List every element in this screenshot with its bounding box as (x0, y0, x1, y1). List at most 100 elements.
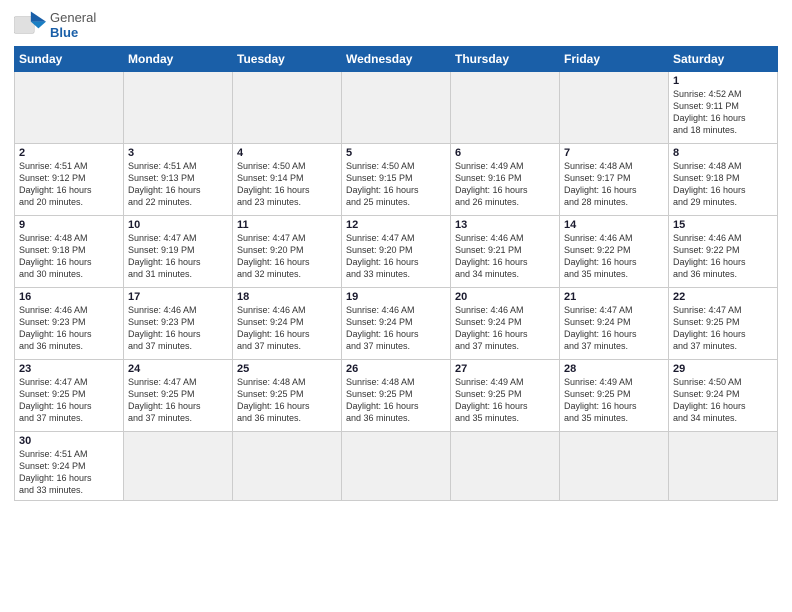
header-row: SundayMondayTuesdayWednesdayThursdayFrid… (15, 47, 778, 72)
day-number: 11 (237, 219, 337, 231)
week-row-6: 30Sunrise: 4:51 AM Sunset: 9:24 PM Dayli… (15, 432, 778, 501)
day-number: 30 (19, 435, 119, 447)
day-info: Sunrise: 4:52 AM Sunset: 9:11 PM Dayligh… (673, 88, 773, 137)
header: General Blue (14, 10, 778, 40)
day-cell: 7Sunrise: 4:48 AM Sunset: 9:17 PM Daylig… (560, 144, 669, 216)
week-row-2: 2Sunrise: 4:51 AM Sunset: 9:12 PM Daylig… (15, 144, 778, 216)
day-number: 6 (455, 147, 555, 159)
day-cell: 22Sunrise: 4:47 AM Sunset: 9:25 PM Dayli… (669, 288, 778, 360)
day-info: Sunrise: 4:49 AM Sunset: 9:25 PM Dayligh… (455, 376, 555, 425)
day-cell (560, 432, 669, 501)
day-cell: 28Sunrise: 4:49 AM Sunset: 9:25 PM Dayli… (560, 360, 669, 432)
day-number: 25 (237, 363, 337, 375)
day-cell: 30Sunrise: 4:51 AM Sunset: 9:24 PM Dayli… (15, 432, 124, 501)
col-header-saturday: Saturday (669, 47, 778, 72)
day-cell (342, 432, 451, 501)
day-info: Sunrise: 4:49 AM Sunset: 9:25 PM Dayligh… (564, 376, 664, 425)
day-cell: 26Sunrise: 4:48 AM Sunset: 9:25 PM Dayli… (342, 360, 451, 432)
day-cell (669, 432, 778, 501)
day-number: 1 (673, 75, 773, 87)
day-cell: 9Sunrise: 4:48 AM Sunset: 9:18 PM Daylig… (15, 216, 124, 288)
day-cell: 4Sunrise: 4:50 AM Sunset: 9:14 PM Daylig… (233, 144, 342, 216)
day-cell: 13Sunrise: 4:46 AM Sunset: 9:21 PM Dayli… (451, 216, 560, 288)
day-info: Sunrise: 4:47 AM Sunset: 9:25 PM Dayligh… (19, 376, 119, 425)
day-number: 19 (346, 291, 446, 303)
day-cell: 15Sunrise: 4:46 AM Sunset: 9:22 PM Dayli… (669, 216, 778, 288)
day-cell (342, 72, 451, 144)
day-number: 3 (128, 147, 228, 159)
day-info: Sunrise: 4:46 AM Sunset: 9:24 PM Dayligh… (346, 304, 446, 353)
day-number: 28 (564, 363, 664, 375)
day-info: Sunrise: 4:49 AM Sunset: 9:16 PM Dayligh… (455, 160, 555, 209)
day-cell: 20Sunrise: 4:46 AM Sunset: 9:24 PM Dayli… (451, 288, 560, 360)
logo-text: General Blue (50, 10, 96, 40)
day-cell (233, 432, 342, 501)
day-number: 18 (237, 291, 337, 303)
day-number: 20 (455, 291, 555, 303)
day-cell: 2Sunrise: 4:51 AM Sunset: 9:12 PM Daylig… (15, 144, 124, 216)
day-info: Sunrise: 4:50 AM Sunset: 9:15 PM Dayligh… (346, 160, 446, 209)
day-number: 17 (128, 291, 228, 303)
calendar-page: General Blue SundayMondayTuesdayWednesda… (0, 0, 792, 612)
week-row-1: 1Sunrise: 4:52 AM Sunset: 9:11 PM Daylig… (15, 72, 778, 144)
day-cell (451, 432, 560, 501)
day-info: Sunrise: 4:46 AM Sunset: 9:24 PM Dayligh… (237, 304, 337, 353)
day-info: Sunrise: 4:51 AM Sunset: 9:13 PM Dayligh… (128, 160, 228, 209)
day-info: Sunrise: 4:46 AM Sunset: 9:23 PM Dayligh… (128, 304, 228, 353)
day-cell: 17Sunrise: 4:46 AM Sunset: 9:23 PM Dayli… (124, 288, 233, 360)
day-info: Sunrise: 4:46 AM Sunset: 9:22 PM Dayligh… (673, 232, 773, 281)
day-number: 12 (346, 219, 446, 231)
day-number: 4 (237, 147, 337, 159)
day-cell: 1Sunrise: 4:52 AM Sunset: 9:11 PM Daylig… (669, 72, 778, 144)
day-info: Sunrise: 4:48 AM Sunset: 9:18 PM Dayligh… (673, 160, 773, 209)
day-number: 15 (673, 219, 773, 231)
day-cell: 27Sunrise: 4:49 AM Sunset: 9:25 PM Dayli… (451, 360, 560, 432)
logo: General Blue (14, 10, 96, 40)
week-row-3: 9Sunrise: 4:48 AM Sunset: 9:18 PM Daylig… (15, 216, 778, 288)
day-cell: 18Sunrise: 4:46 AM Sunset: 9:24 PM Dayli… (233, 288, 342, 360)
day-cell: 23Sunrise: 4:47 AM Sunset: 9:25 PM Dayli… (15, 360, 124, 432)
day-number: 16 (19, 291, 119, 303)
day-info: Sunrise: 4:48 AM Sunset: 9:25 PM Dayligh… (237, 376, 337, 425)
day-cell (124, 432, 233, 501)
col-header-thursday: Thursday (451, 47, 560, 72)
day-number: 10 (128, 219, 228, 231)
day-info: Sunrise: 4:47 AM Sunset: 9:25 PM Dayligh… (128, 376, 228, 425)
week-row-4: 16Sunrise: 4:46 AM Sunset: 9:23 PM Dayli… (15, 288, 778, 360)
day-cell: 10Sunrise: 4:47 AM Sunset: 9:19 PM Dayli… (124, 216, 233, 288)
day-cell: 21Sunrise: 4:47 AM Sunset: 9:24 PM Dayli… (560, 288, 669, 360)
day-cell: 8Sunrise: 4:48 AM Sunset: 9:18 PM Daylig… (669, 144, 778, 216)
day-cell: 25Sunrise: 4:48 AM Sunset: 9:25 PM Dayli… (233, 360, 342, 432)
day-number: 21 (564, 291, 664, 303)
day-number: 29 (673, 363, 773, 375)
day-cell: 12Sunrise: 4:47 AM Sunset: 9:20 PM Dayli… (342, 216, 451, 288)
day-cell (451, 72, 560, 144)
day-number: 23 (19, 363, 119, 375)
day-number: 26 (346, 363, 446, 375)
day-cell: 3Sunrise: 4:51 AM Sunset: 9:13 PM Daylig… (124, 144, 233, 216)
day-info: Sunrise: 4:47 AM Sunset: 9:20 PM Dayligh… (346, 232, 446, 281)
day-cell: 14Sunrise: 4:46 AM Sunset: 9:22 PM Dayli… (560, 216, 669, 288)
day-cell: 16Sunrise: 4:46 AM Sunset: 9:23 PM Dayli… (15, 288, 124, 360)
day-cell: 6Sunrise: 4:49 AM Sunset: 9:16 PM Daylig… (451, 144, 560, 216)
calendar-table: SundayMondayTuesdayWednesdayThursdayFrid… (14, 46, 778, 501)
day-info: Sunrise: 4:47 AM Sunset: 9:25 PM Dayligh… (673, 304, 773, 353)
day-info: Sunrise: 4:51 AM Sunset: 9:24 PM Dayligh… (19, 448, 119, 497)
week-row-5: 23Sunrise: 4:47 AM Sunset: 9:25 PM Dayli… (15, 360, 778, 432)
day-cell: 19Sunrise: 4:46 AM Sunset: 9:24 PM Dayli… (342, 288, 451, 360)
col-header-wednesday: Wednesday (342, 47, 451, 72)
day-cell (233, 72, 342, 144)
day-number: 27 (455, 363, 555, 375)
day-cell: 24Sunrise: 4:47 AM Sunset: 9:25 PM Dayli… (124, 360, 233, 432)
day-info: Sunrise: 4:46 AM Sunset: 9:23 PM Dayligh… (19, 304, 119, 353)
col-header-friday: Friday (560, 47, 669, 72)
generalblue-logo-icon (14, 11, 46, 39)
day-info: Sunrise: 4:50 AM Sunset: 9:24 PM Dayligh… (673, 376, 773, 425)
day-number: 22 (673, 291, 773, 303)
day-cell (15, 72, 124, 144)
day-info: Sunrise: 4:47 AM Sunset: 9:19 PM Dayligh… (128, 232, 228, 281)
col-header-monday: Monday (124, 47, 233, 72)
col-header-sunday: Sunday (15, 47, 124, 72)
day-info: Sunrise: 4:48 AM Sunset: 9:17 PM Dayligh… (564, 160, 664, 209)
day-cell (560, 72, 669, 144)
